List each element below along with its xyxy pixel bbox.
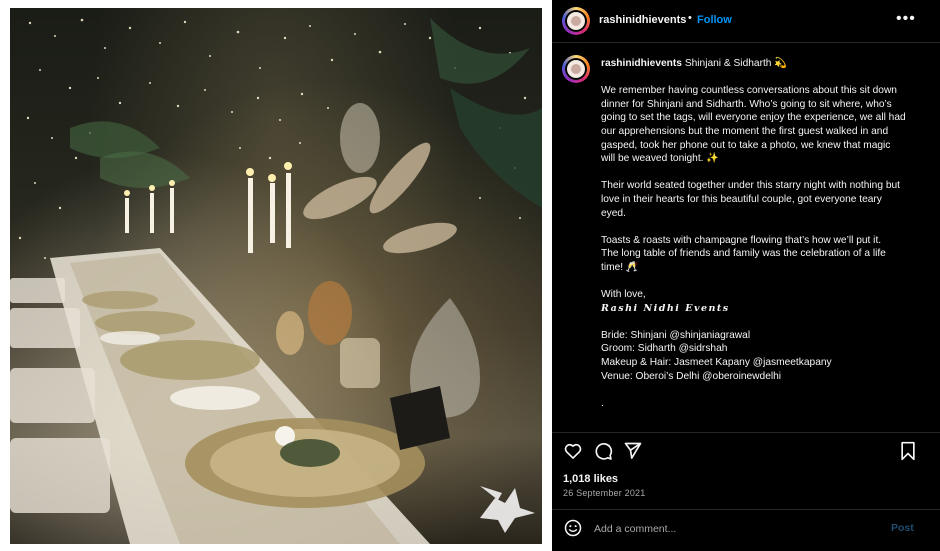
caption-paragraph-3-line-1: Toasts & roasts with champagne flowing t… xyxy=(601,234,882,246)
credit-venue: Venue: Oberoi’s Delhi @oberoinewdelhi xyxy=(601,370,782,382)
more-options-icon[interactable]: ••• xyxy=(896,10,916,28)
comment-input[interactable] xyxy=(592,518,886,540)
post-comment-button[interactable]: Post xyxy=(891,522,914,534)
comment-bubble-icon[interactable] xyxy=(593,441,613,461)
caption-paragraph-3-line-2: The long table of friends and family was… xyxy=(601,248,886,273)
place-card xyxy=(390,386,450,450)
credit-makeup: Makeup & Hair: Jasmeet Kapany @jasmeetka… xyxy=(601,357,832,369)
smiley-icon[interactable] xyxy=(564,519,582,537)
like-count[interactable]: 1,018 likes xyxy=(563,473,618,485)
post-image[interactable] xyxy=(10,8,542,544)
bookmark-icon[interactable] xyxy=(899,441,917,461)
actions-divider xyxy=(552,432,940,433)
credit-groom: Groom: Sidharth @sidrshah xyxy=(601,343,728,355)
comment-divider xyxy=(552,509,940,510)
paper-plane-icon[interactable] xyxy=(623,441,643,461)
dinner-scene-illustration xyxy=(10,18,542,544)
caption-signature: Rashi Nidhi Events xyxy=(601,302,730,314)
caption-paragraph-2: Their world seated together under this s… xyxy=(601,180,900,219)
follow-button[interactable]: Follow xyxy=(697,14,732,26)
caption-username[interactable]: rashinidhievents xyxy=(601,58,682,69)
profile-avatar[interactable] xyxy=(562,7,590,35)
post-date: 26 September 2021 xyxy=(563,488,646,498)
post-caption: rashinidhievents Shinjani & Sidharth 💫 W… xyxy=(601,57,907,410)
credit-bride: Bride: Shinjani @shinjaniagrawal xyxy=(601,329,751,341)
post-header: rashinidhievents • Follow ••• xyxy=(552,0,940,43)
pegasus-icon xyxy=(480,486,535,533)
pampas-grass xyxy=(303,103,457,254)
caption-trailing-dot: . xyxy=(601,397,604,409)
header-separator: • xyxy=(688,12,692,24)
caption-title: Shinjani & Sidharth 💫 xyxy=(684,58,787,69)
post-detail-panel: rashinidhievents • Follow ••• rashinidhi… xyxy=(552,0,940,551)
caption-paragraph-1: We remember having countless conversatio… xyxy=(601,85,906,165)
glass-vases xyxy=(276,281,480,418)
header-username[interactable]: rashinidhievents xyxy=(599,14,686,26)
palm-leaves xyxy=(70,18,542,208)
caption-avatar[interactable] xyxy=(562,55,590,83)
caption-signoff: With love, xyxy=(601,289,646,301)
heart-icon[interactable] xyxy=(563,441,583,461)
